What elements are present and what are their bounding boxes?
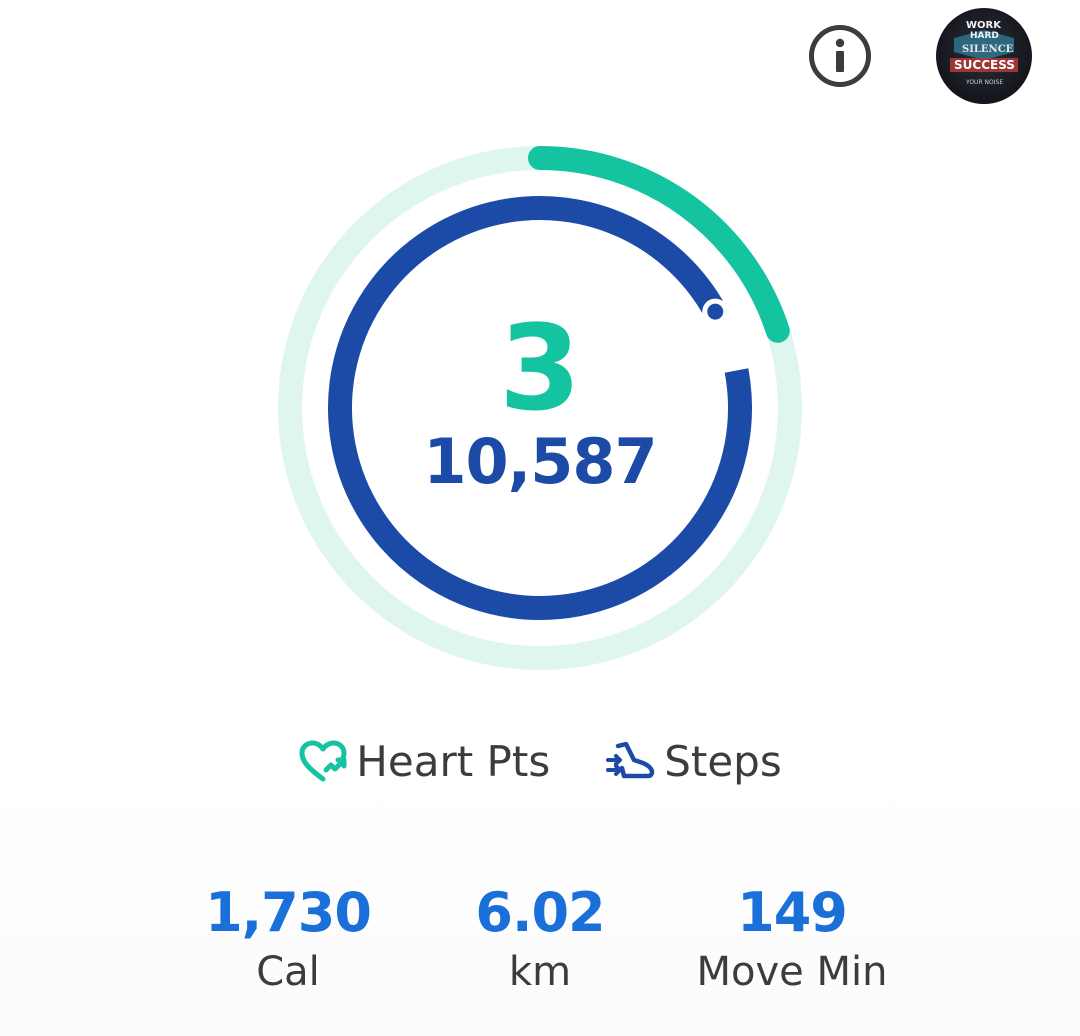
stat-calories-label: Cal <box>256 949 320 995</box>
stat-calories-value: 1,730 <box>205 881 372 944</box>
info-button[interactable] <box>809 25 871 87</box>
avatar-text-hard: HARD <box>970 31 999 41</box>
avatar-text-success: SUCCESS <box>954 58 1015 72</box>
steps-label: Steps <box>664 737 782 786</box>
stat-calories[interactable]: 1,730 Cal <box>158 880 418 998</box>
stat-distance[interactable]: 6.02 km <box>410 880 670 998</box>
shoe-steps-icon <box>606 741 655 779</box>
info-icon <box>835 38 845 72</box>
stat-distance-value: 6.02 <box>475 881 605 944</box>
legend-steps[interactable]: Steps <box>604 736 782 788</box>
avatar-text-silence: SILENCE <box>962 44 1014 55</box>
legend-heart-points[interactable]: Heart Pts <box>298 736 550 788</box>
stat-move-minutes-value: 149 <box>737 881 848 944</box>
avatar[interactable]: WORK HARD SILENCE SUCCESS YOUR NOISE <box>936 8 1032 104</box>
rings-legend: Heart Pts Steps <box>0 730 1080 794</box>
heart-points-value: 3 <box>498 299 582 437</box>
steps-value: 10,587 <box>423 425 657 498</box>
stat-distance-label: km <box>508 949 572 995</box>
rings-center: 3 10,587 <box>270 138 810 678</box>
heart-points-icon <box>299 740 347 782</box>
avatar-badge-icon: WORK HARD SILENCE SUCCESS YOUR NOISE <box>950 20 1018 86</box>
fit-home-screen: WORK HARD SILENCE SUCCESS YOUR NOISE 3 1… <box>0 0 1080 1036</box>
stat-move-minutes[interactable]: 149 Move Min <box>662 880 922 998</box>
avatar-text-noise: YOUR NOISE <box>965 79 1003 86</box>
stat-move-minutes-label: Move Min <box>696 949 888 995</box>
heart-points-label: Heart Pts <box>356 737 551 786</box>
avatar-text-work: WORK <box>966 20 1002 31</box>
activity-rings[interactable]: 3 10,587 <box>270 138 810 678</box>
